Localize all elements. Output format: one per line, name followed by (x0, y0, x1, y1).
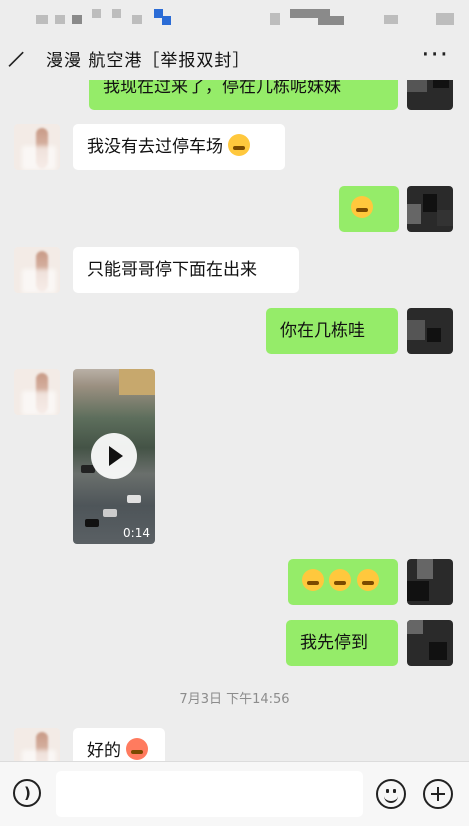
back-arrow-icon[interactable]: | (7, 47, 29, 69)
message-text: 我先停到 (300, 633, 368, 653)
message-text: 好的 (87, 741, 121, 761)
video-duration: 0:14 (123, 526, 150, 540)
laughing-crying-emoji-icon (351, 196, 373, 218)
status-icon (270, 13, 280, 25)
crying-emoji-icon (228, 134, 251, 156)
message-timestamp: 7月3日 下午14:56 (179, 692, 290, 707)
laughing-crying-emoji-icon (302, 569, 324, 591)
plus-icon[interactable] (423, 779, 453, 809)
my-avatar[interactable] (407, 80, 453, 110)
message-bubble-outgoing[interactable]: 你在几栋哇 (266, 308, 398, 354)
status-bar (0, 0, 469, 36)
message-bubble-incoming[interactable]: 只能哥哥停下面在出来 (73, 247, 299, 293)
message-bubble-outgoing[interactable]: 我先停到 (286, 620, 398, 666)
status-icon (318, 16, 344, 25)
emoji-icon[interactable] (376, 779, 406, 809)
my-avatar[interactable] (407, 620, 453, 666)
input-bar (0, 761, 469, 826)
contact-avatar[interactable] (14, 369, 60, 415)
battery-icon (436, 13, 454, 25)
status-icon (92, 9, 101, 18)
message-bubble-outgoing[interactable]: 我现在过来了，停在几栋呢妹妹 (89, 80, 398, 110)
status-icon (162, 16, 171, 25)
message-bubble-incoming[interactable]: 好的 (73, 728, 165, 761)
voice-icon[interactable] (13, 779, 41, 807)
message-bubble-incoming[interactable]: 我没有去过停车场 (73, 124, 285, 170)
status-icon (384, 15, 398, 24)
laughing-crying-emoji-icon (329, 569, 352, 591)
status-icon (112, 9, 121, 18)
contact-avatar[interactable] (14, 247, 60, 293)
contact-avatar[interactable] (14, 728, 60, 761)
status-icon (55, 15, 65, 24)
chat-header: | 漫漫 航空港［举报双封］ ··· (0, 36, 469, 80)
contact-avatar[interactable] (14, 124, 60, 170)
chat-area[interactable]: 我现在过来了，停在几栋呢妹妹 我没有去过停车场 只能哥哥停下面在出来 你在几栋哇… (0, 80, 469, 761)
my-avatar[interactable] (407, 308, 453, 354)
status-icon (132, 15, 142, 24)
my-avatar[interactable] (407, 559, 453, 605)
status-icon (72, 15, 82, 24)
play-icon[interactable] (91, 433, 137, 479)
my-avatar[interactable] (407, 186, 453, 232)
message-input[interactable] (56, 771, 363, 817)
video-message[interactable]: 0:14 (73, 369, 155, 544)
laughing-crying-emoji-icon (356, 569, 379, 591)
message-text: 你在几栋哇 (280, 321, 365, 341)
message-bubble-outgoing[interactable] (288, 559, 398, 605)
chat-title: 漫漫 航空港［举报双封］ (46, 51, 251, 71)
message-text: 我现在过来了，停在几栋呢妹妹 (103, 80, 341, 97)
message-bubble-outgoing[interactable] (339, 186, 399, 232)
message-text: 我没有去过停车场 (87, 137, 223, 157)
status-icon (36, 15, 48, 24)
message-text: 只能哥哥停下面在出来 (87, 260, 257, 280)
angry-emoji-icon (126, 738, 149, 760)
more-icon[interactable]: ··· (421, 40, 449, 70)
